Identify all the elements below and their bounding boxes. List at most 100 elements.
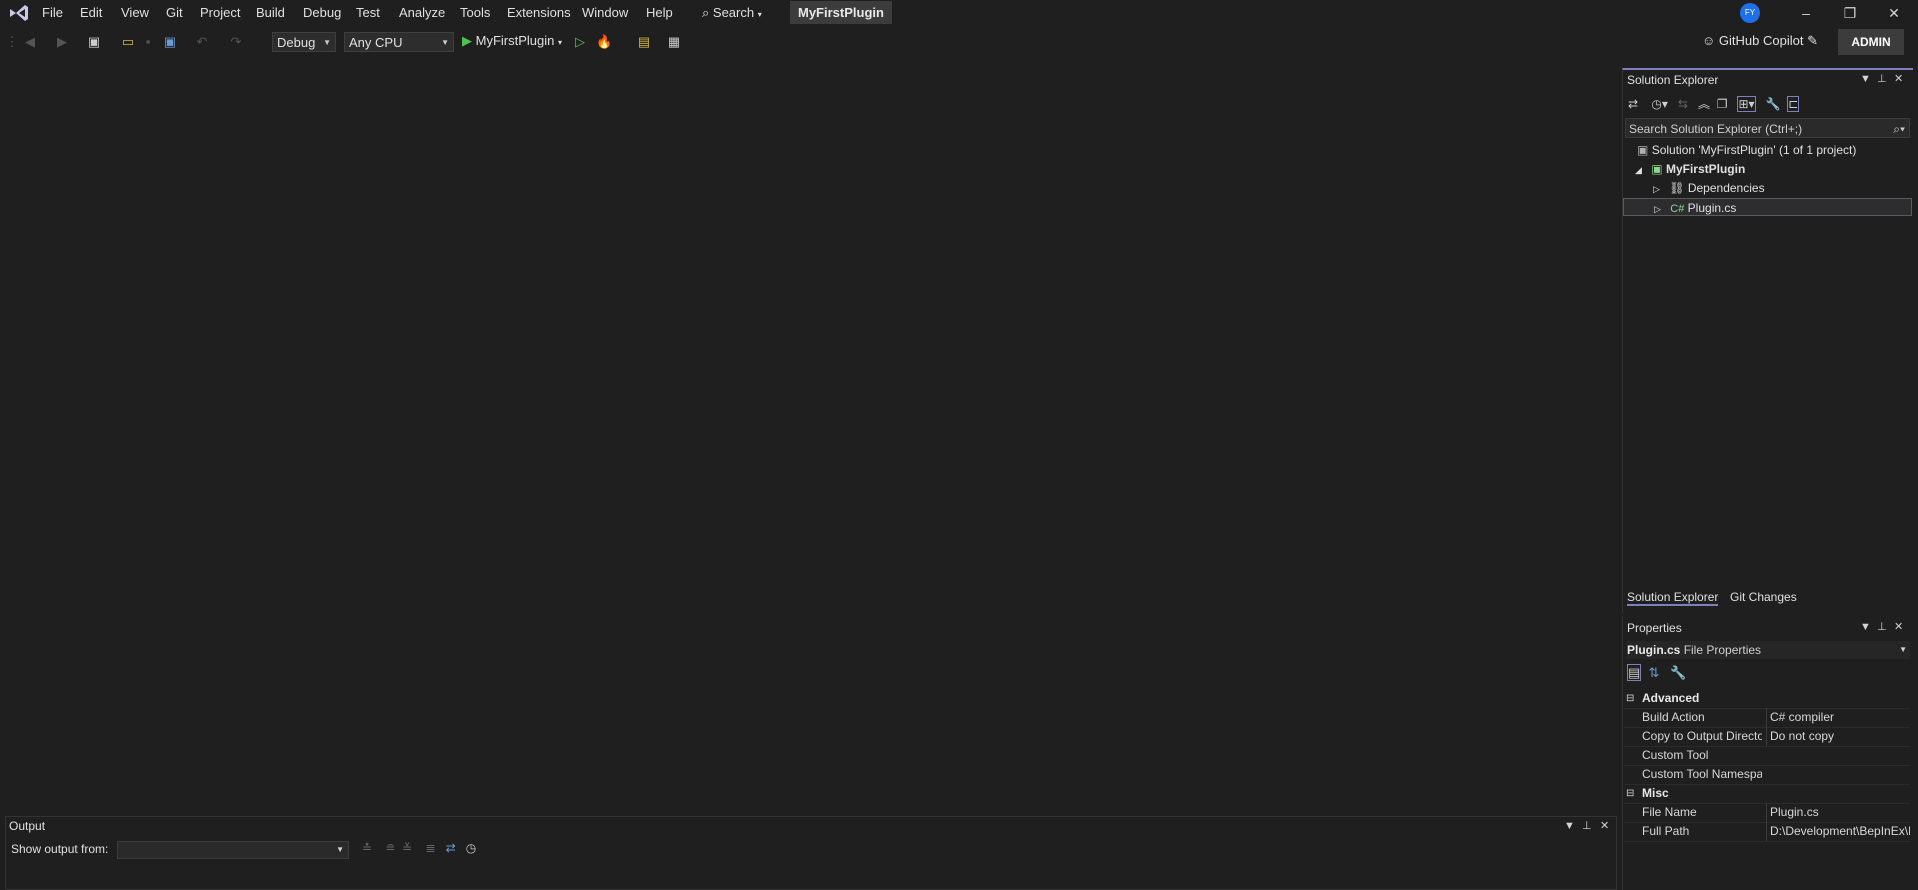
dependencies-label: Dependencies [1687,181,1765,195]
tree-item-solution[interactable]: ▣ Solution 'MyFirstPlugin' (1 of 1 proje… [1623,141,1856,159]
avatar[interactable]: FY [1740,3,1760,23]
menu-item-help[interactable]: Help [646,5,673,21]
filter-icon[interactable]: ⊞▾ [1737,96,1756,112]
solution-explorer-toggle-icon[interactable]: ▤ [636,34,652,50]
output-toolbar: ≛ ≘ ≚ ≣ ⇄ ◷ [362,841,476,855]
next-message-icon[interactable]: ≚ [402,841,412,855]
menu-item-build[interactable]: Build [256,5,285,21]
menu-item-extensions[interactable]: Extensions [507,5,571,21]
close-window-button[interactable]: ✕ [1874,2,1914,24]
timestamp-icon[interactable]: ◷ [466,841,476,855]
preview-selected-items-icon[interactable]: ⊏ [1787,96,1800,112]
tree-item-plugin-cs[interactable]: ▷ C# Plugin.cs [1623,198,1912,216]
new-project-icon[interactable]: ▣ [86,34,102,50]
close-icon[interactable]: ✕ [1600,819,1609,832]
property-category[interactable]: ⊟ Misc [1624,784,1910,804]
menu-item-tools[interactable]: Tools [460,5,490,21]
minimize-button[interactable]: – [1786,2,1826,24]
tab-git-changes[interactable]: Git Changes [1730,590,1797,604]
open-folder-icon[interactable]: ▭ [120,34,136,50]
solution-platform-dropdown[interactable]: Any CPU ▼ [344,32,454,52]
menu-item-test[interactable]: Test [356,5,380,21]
undo-icon[interactable]: ↶ [194,34,210,50]
search-button[interactable]: ⌕ Search ▾ [702,5,762,21]
property-row[interactable]: File Name Plugin.cs [1624,803,1910,823]
collapse-icon[interactable]: ⊟ [1626,784,1634,803]
show-output-from-label: Show output from: [11,842,109,856]
property-row[interactable]: Full Path D:\Development\BepInEx\P [1624,822,1910,842]
property-row[interactable]: Custom Tool [1624,746,1910,766]
hot-reload-icon[interactable]: 🔥 [596,34,612,50]
alphabetical-icon[interactable]: ⇅ [1649,665,1660,680]
restore-button[interactable]: ❐ [1830,2,1870,24]
navigate-forward-icon[interactable]: ▶ [54,34,70,50]
save-icon[interactable]: ▪ [140,34,156,50]
find-message-icon[interactable]: ≛ [362,841,372,855]
redo-icon[interactable]: ↷ [228,34,244,50]
pin-icon[interactable]: ⊥ [1582,819,1592,832]
property-value[interactable]: C# compiler [1766,708,1910,727]
property-category[interactable]: ⊟ Advanced [1624,689,1910,709]
menu-item-analyze[interactable]: Analyze [399,5,445,21]
chevron-down-icon[interactable]: ▼ [1860,621,1871,633]
start-debugging-button[interactable]: ▶ MyFirstPlugin ▾ [462,33,562,49]
collapse-icon[interactable]: ⊟ [1626,689,1634,708]
search-placeholder: Search Solution Explorer (Ctrl+;) [1629,122,1803,136]
property-name: Custom Tool Namespa [1642,767,1762,781]
properties-object-selector[interactable]: Plugin.cs File Properties ▼ [1627,641,1910,659]
menu-item-debug[interactable]: Debug [303,5,341,21]
chevron-down-icon[interactable]: ▼ [1860,73,1871,85]
window-layout-icon[interactable]: ▦ [666,34,682,50]
expanded-arrow-icon[interactable]: ◢ [1635,165,1642,175]
property-name: Copy to Output Directo [1642,729,1762,743]
categorized-icon[interactable]: ▤ [1627,664,1642,681]
property-value[interactable]: Plugin.cs [1766,803,1910,822]
sync-active-document-icon[interactable]: ⇆ [1678,97,1688,111]
close-icon[interactable]: ✕ [1894,72,1903,85]
play-icon: ▶ [462,33,472,48]
property-name: File Name [1642,805,1697,819]
chevron-down-icon: ▾ [558,38,563,47]
menu-item-edit[interactable]: Edit [80,5,102,21]
start-without-debugging-icon[interactable]: ▷ [572,34,588,50]
standard-toolbar: ⋮ ◀ ▶ ▣ ▭ ▪ ▣ ↶ ↷ Debug ▼ Any CPU ▼ ▶ My… [0,29,1918,57]
properties-icon[interactable]: 🔧 [1766,97,1781,111]
menu-item-project[interactable]: Project [200,5,240,21]
property-value[interactable]: D:\Development\BepInEx\P [1766,822,1910,841]
menu-bar: File Edit View Git Project Build Debug Test Anal… [0,0,1918,26]
close-icon[interactable]: ✕ [1894,620,1903,633]
tree-item-dependencies[interactable]: ▷ ⛓ Dependencies [1623,179,1765,197]
previous-message-icon[interactable]: ≘ [385,841,395,855]
output-title: Output [9,819,46,833]
property-pages-icon[interactable]: 🔧 [1670,665,1686,680]
collapse-all-icon[interactable]: ︽ [1698,97,1710,111]
clear-all-icon[interactable]: ≣ [426,841,436,855]
output-source-dropdown[interactable]: ▼ [117,841,349,859]
property-row[interactable]: Build Action C# compiler [1624,708,1910,728]
menu-item-window[interactable]: Window [582,5,628,21]
navigate-back-icon[interactable]: ◀ [22,34,38,50]
github-copilot-button[interactable]: ☺ GitHub Copilot ✎ [1702,33,1818,49]
menu-item-git[interactable]: Git [166,5,183,21]
menu-item-view[interactable]: View [121,5,149,21]
collapsed-arrow-icon[interactable]: ▷ [1654,204,1661,214]
property-row[interactable]: Copy to Output Directo Do not copy [1624,727,1910,747]
category-name: Advanced [1642,691,1700,705]
menu-item-file[interactable]: File [42,5,63,21]
chevron-down-icon[interactable]: ▼ [1564,820,1575,832]
show-all-files-icon[interactable]: ❐ [1717,97,1728,111]
solution-search-input[interactable]: Search Solution Explorer (Ctrl+;) ⌕▾ [1625,118,1910,138]
solution-icon: ▣ [1637,143,1649,157]
property-value[interactable]: Do not copy [1766,727,1910,746]
solution-configuration-dropdown[interactable]: Debug ▼ [272,32,336,52]
tab-solution-explorer[interactable]: Solution Explorer [1627,590,1719,606]
switch-views-icon[interactable]: ⇄ [1628,97,1638,111]
property-row[interactable]: Custom Tool Namespa [1624,765,1910,785]
pin-icon[interactable]: ⊥ [1877,72,1887,85]
word-wrap-icon[interactable]: ⇄ [446,841,456,855]
save-all-icon[interactable]: ▣ [162,34,178,50]
pending-changes-filter-icon[interactable]: ◷▾ [1651,97,1668,111]
tree-item-project[interactable]: ◢ ▣ MyFirstPlugin [1623,160,1745,178]
collapsed-arrow-icon[interactable]: ▷ [1653,184,1660,194]
pin-icon[interactable]: ⊥ [1877,620,1887,633]
